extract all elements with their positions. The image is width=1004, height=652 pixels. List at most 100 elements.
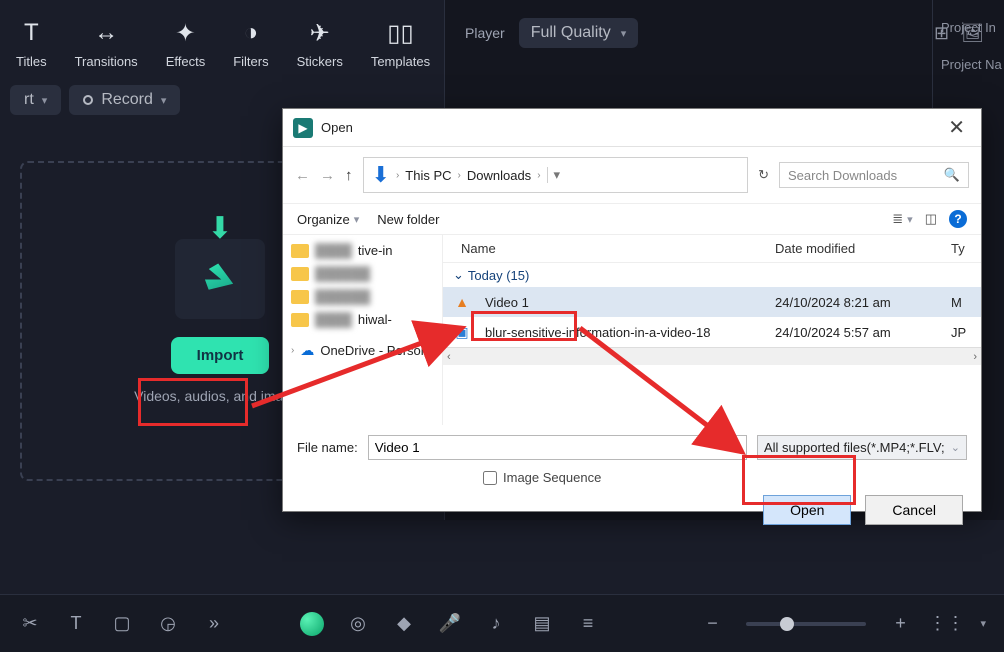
titles-icon: T (16, 18, 46, 48)
import-dropdown[interactable]: rt ▾ (10, 85, 61, 115)
filename-label: File name: (297, 440, 358, 455)
scroll-left-icon: ‹ (447, 351, 451, 363)
preview-top: Player Full Quality ▾ ⊞ 🖼 (445, 0, 1004, 66)
marker-icon[interactable]: ◆ (392, 612, 416, 636)
back-icon[interactable]: ← (295, 167, 310, 184)
drop-hint-text: Videos, audios, and images (134, 388, 306, 404)
chevron-right-icon: › (291, 345, 294, 356)
image-sequence-label: Image Sequence (503, 470, 601, 485)
folder-icon (291, 244, 309, 258)
new-folder-button[interactable]: New folder (377, 212, 439, 227)
tree-item[interactable]: ██████ (289, 285, 436, 308)
quality-dropdown[interactable]: Full Quality ▾ (519, 18, 639, 48)
crumb-downloads[interactable]: Downloads (467, 168, 531, 183)
chevron-down-icon: ▾ (42, 94, 48, 107)
record-label: Record (101, 91, 153, 109)
tool-stickers[interactable]: ✈ Stickers (293, 16, 347, 71)
zoom-slider[interactable] (746, 622, 866, 626)
filename-row: File name: All supported files(*.MP4;*.F… (283, 425, 981, 466)
filmora-logo-icon (202, 261, 238, 297)
import-button[interactable]: Import (171, 337, 270, 374)
tool-label: Stickers (297, 54, 343, 69)
adjust-icon[interactable]: ≡ (576, 612, 600, 636)
folder-tree[interactable]: ████tive-in ██████ ██████ ████hiwal- ›☁O… (283, 235, 443, 425)
file-name: Video 1 (477, 295, 775, 310)
crumb-sep: › (458, 170, 461, 181)
file-row[interactable]: ▲ Video 1 24/10/2024 8:21 am M (443, 287, 981, 317)
crumb-dropdown-icon[interactable]: ▾ (547, 167, 561, 183)
zoom-out-icon[interactable]: − (700, 612, 724, 636)
chevron-down-icon: ⌄ (453, 267, 464, 283)
folder-icon (291, 290, 309, 304)
cut-icon[interactable]: ✂ (18, 612, 42, 636)
chevron-down-icon[interactable]: ▾ (980, 617, 986, 630)
filename-input[interactable] (368, 435, 747, 460)
chevron-down-icon: ⌄ (951, 441, 960, 454)
effects-icon: ✦ (170, 18, 200, 48)
tool-transitions[interactable]: ↔ Transitions (71, 16, 142, 71)
tree-item[interactable]: ████tive-in (289, 239, 436, 262)
preview-pane-icon[interactable]: ◫ (925, 211, 937, 227)
file-name: blur-sensitive-information-in-a-video-18 (477, 325, 775, 340)
col-date[interactable]: Date modified (775, 241, 951, 256)
zoom-in-icon[interactable]: + (888, 612, 912, 636)
dialog-buttons: Open Cancel (283, 495, 981, 539)
tool-label: Templates (371, 54, 430, 69)
timeline-toolbar: ✂ T ▢ ◶ » ◎ ◆ 🎤 ♪ ▤ ≡ − + ⋮⋮ ▾ (0, 594, 1004, 652)
col-name[interactable]: Name (453, 241, 775, 256)
open-button[interactable]: Open (763, 495, 851, 525)
stickers-icon: ✈ (305, 18, 335, 48)
search-placeholder: Search Downloads (788, 168, 897, 183)
speed-icon[interactable]: ◶ (156, 612, 180, 636)
forward-icon[interactable]: → (320, 167, 335, 184)
col-type[interactable]: Ty (951, 241, 971, 256)
tool-label: Filters (233, 54, 268, 69)
drop-folder-icon: ⬇ (175, 239, 265, 319)
quality-value: Full Quality (531, 24, 611, 42)
dialog-body: ████tive-in ██████ ██████ ████hiwal- ›☁O… (283, 235, 981, 425)
horizontal-scrollbar[interactable]: ‹› (443, 347, 981, 365)
target-icon[interactable]: ◎ (346, 612, 370, 636)
organize-menu[interactable]: Organize ▾ (297, 212, 359, 227)
record-dropdown[interactable]: Record ▾ (69, 85, 180, 115)
file-group-today[interactable]: ⌄Today (15) (443, 263, 981, 287)
file-type: JP (951, 325, 971, 340)
property-row: Project Na (941, 57, 996, 72)
view-options[interactable]: ≣ ▾ (892, 211, 912, 227)
record-dot-icon (83, 95, 93, 105)
ai-assistant-icon[interactable] (300, 612, 324, 636)
tool-templates[interactable]: ▯▯ Templates (367, 16, 434, 71)
mic-icon[interactable]: 🎤 (438, 612, 462, 636)
dialog-nav: ← → ↑ ⬇ › This PC › Downloads › ▾ ↻ Sear… (283, 147, 981, 203)
dialog-title: Open (321, 120, 353, 135)
dialog-toolbar: Organize ▾ New folder ≣ ▾ ◫ ? (283, 203, 981, 235)
text-icon[interactable]: T (64, 612, 88, 636)
tree-onedrive[interactable]: ›☁OneDrive - Person▾ (289, 339, 436, 362)
cancel-button[interactable]: Cancel (865, 495, 963, 525)
tool-label: Transitions (75, 54, 138, 69)
file-list-header: Name Date modified Ty (443, 235, 981, 263)
breadcrumb[interactable]: ⬇ › This PC › Downloads › ▾ (363, 157, 749, 193)
filetype-select[interactable]: All supported files(*.MP4;*.FLV; ⌄ (757, 435, 967, 460)
tool-titles[interactable]: T Titles (12, 16, 51, 71)
audio-icon[interactable]: ♪ (484, 612, 508, 636)
crop-icon[interactable]: ▢ (110, 612, 134, 636)
image-sequence-checkbox[interactable] (483, 471, 497, 485)
refresh-icon[interactable]: ↻ (758, 167, 769, 183)
file-row[interactable]: ▣ blur-sensitive-information-in-a-video-… (443, 317, 981, 347)
up-icon[interactable]: ↑ (345, 167, 353, 184)
track-options-icon[interactable]: ⋮⋮ (934, 612, 958, 636)
close-icon[interactable]: ✕ (942, 115, 971, 140)
tree-item[interactable]: ██████ (289, 262, 436, 285)
open-file-dialog: ▶ Open ✕ ← → ↑ ⬇ › This PC › Downloads ›… (282, 108, 982, 512)
download-folder-icon: ⬇ (372, 162, 390, 188)
tool-filters[interactable]: ◑ Filters (229, 16, 272, 71)
crumb-this-pc[interactable]: This PC (405, 168, 451, 183)
help-icon[interactable]: ? (949, 210, 967, 228)
chevron-down-icon: ▾ (907, 213, 913, 226)
tool-effects[interactable]: ✦ Effects (162, 16, 210, 71)
layers-icon[interactable]: ▤ (530, 612, 554, 636)
search-input[interactable]: Search Downloads 🔍 (779, 162, 969, 188)
tree-item[interactable]: ████hiwal- (289, 308, 436, 331)
more-icon[interactable]: » (202, 612, 226, 636)
